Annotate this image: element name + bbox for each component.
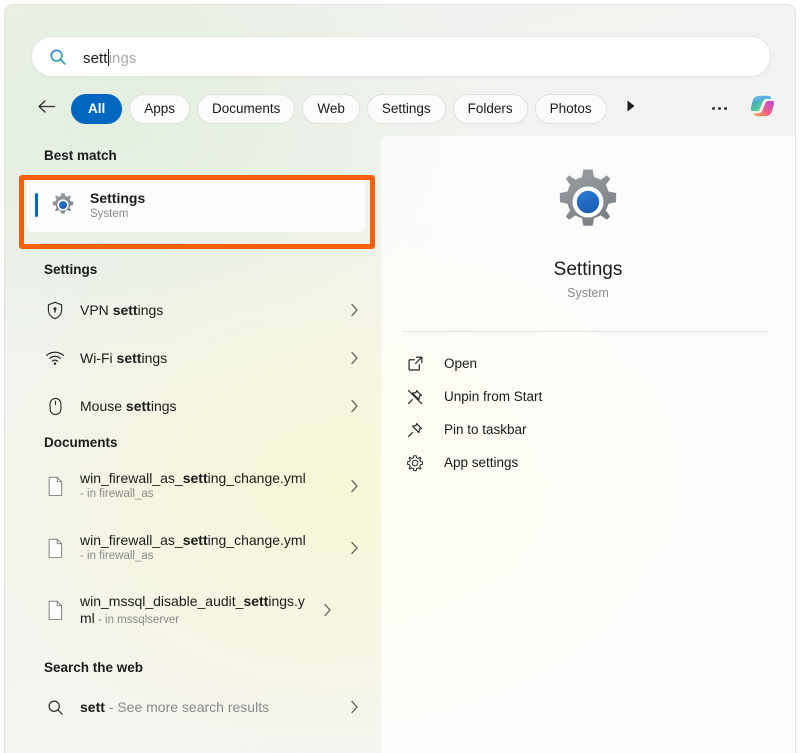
list-item-sublabel: - in firewall_as [80, 550, 154, 562]
list-item-search-the-web[interactable]: sett - See more search results [31, 683, 365, 731]
section-header-search-the-web: Search the web [44, 660, 144, 675]
settings-gear-icon [50, 192, 76, 218]
search-input-text: sett ings [83, 46, 137, 67]
action-app-settings-label: App settings [444, 455, 519, 470]
document-icon [44, 600, 66, 621]
open-external-icon [404, 355, 426, 372]
action-unpin-from-start[interactable]: Unpin from Start [402, 380, 775, 413]
chevron-right-icon [343, 399, 365, 413]
chevron-right-icon [343, 541, 365, 555]
action-app-settings[interactable]: App settings [402, 446, 775, 479]
action-open-label: Open [444, 356, 478, 371]
unpin-icon [404, 388, 426, 406]
list-item-mouse-settings[interactable]: Mouse settings [31, 382, 365, 430]
mouse-icon [44, 397, 66, 416]
settings-gear-icon [552, 166, 624, 243]
chevron-right-icon [343, 303, 365, 317]
wifi-icon [44, 350, 66, 366]
preview-hero: Settings System [381, 166, 795, 300]
web-results-list: sett - See more search results [5, 683, 381, 731]
list-item-vpn-settings[interactable]: VPN settings [31, 286, 365, 334]
list-item-label: VPN settings [80, 301, 164, 318]
chevron-right-icon [343, 351, 365, 365]
ellipsis-icon [710, 107, 728, 110]
pin-icon [404, 421, 426, 439]
preview-app-title: Settings [553, 259, 623, 280]
filter-more-button[interactable] [618, 94, 644, 124]
section-header-settings: Settings [44, 262, 98, 277]
text-cursor [107, 49, 109, 66]
list-item-label: Mouse settings [80, 397, 177, 414]
filter-chip-photos[interactable]: Photos [534, 93, 607, 124]
search-icon [44, 699, 66, 716]
documents-results-list: win_firewall_as_setting_change.yml - in … [5, 458, 381, 638]
filter-bar: All Apps Documents Web Settings Folders … [31, 91, 779, 126]
chevron-right-icon [316, 603, 338, 617]
list-item-label: win_firewall_as_setting_change.yml [80, 532, 306, 548]
preview-pane: Settings System Open Unpin from Start Pi… [381, 136, 795, 753]
filter-chip-web[interactable]: Web [302, 93, 360, 124]
filter-chip-apps[interactable]: Apps [129, 93, 191, 124]
action-pin-taskbar-label: Pin to taskbar [444, 422, 527, 437]
play-arrow-icon [625, 99, 637, 118]
action-pin-to-taskbar[interactable]: Pin to taskbar [402, 413, 775, 446]
preview-action-list: Open Unpin from Start Pin to taskbar App… [402, 347, 775, 479]
shield-icon [44, 301, 66, 320]
list-item-label: win_mssql_disable_audit_settings.yml - i… [80, 592, 305, 626]
list-item-wifi-settings[interactable]: Wi-Fi settings [31, 334, 365, 382]
copilot-icon [747, 91, 777, 126]
section-header-documents: Documents [44, 435, 118, 450]
gear-outline-icon [404, 454, 426, 472]
best-match-settings-row[interactable]: Settings System [27, 178, 365, 232]
list-item-document-3[interactable]: win_mssql_disable_audit_settings.yml - i… [31, 582, 365, 638]
filter-chip-folders[interactable]: Folders [452, 93, 528, 124]
settings-results-list: VPN settings Wi-Fi settings Mouse settin… [5, 286, 381, 430]
filter-chip-settings[interactable]: Settings [366, 93, 446, 124]
search-ghost-text: ings [108, 50, 137, 67]
filter-chip-all[interactable]: All [71, 93, 123, 124]
back-button[interactable] [31, 94, 61, 124]
section-header-best-match: Best match [44, 148, 117, 163]
back-arrow-icon [37, 99, 56, 119]
list-item-label: win_firewall_as_setting_change.yml [80, 470, 306, 486]
list-item-document-1[interactable]: win_firewall_as_setting_change.yml - in … [31, 458, 365, 514]
action-unpin-label: Unpin from Start [444, 389, 543, 404]
preview-app-subtitle: System [567, 286, 609, 300]
filter-chip-documents[interactable]: Documents [197, 93, 296, 124]
list-item-sublabel: - in mssqlserver [97, 613, 180, 626]
list-item-sublabel: - in firewall_as [80, 488, 154, 500]
search-icon [49, 48, 67, 66]
search-typed-text: sett [83, 50, 108, 67]
list-item-document-2[interactable]: win_firewall_as_setting_change.yml - in … [31, 520, 365, 576]
best-match-subtitle: System [90, 207, 129, 220]
preview-divider [402, 331, 769, 332]
best-match-title: Settings [90, 189, 146, 206]
chevron-right-icon [343, 700, 365, 714]
action-open[interactable]: Open [402, 347, 775, 380]
document-icon [44, 476, 66, 497]
selection-accent-bar [35, 193, 38, 217]
overflow-menu-button[interactable] [705, 95, 733, 123]
list-item-label: Wi-Fi settings [80, 349, 168, 366]
list-item-label: sett - See more search results [80, 698, 270, 715]
windows-search-window: sett ings All Apps Documents Web Settings… [4, 4, 796, 753]
document-icon [44, 538, 66, 559]
chevron-right-icon [343, 479, 365, 493]
search-input[interactable]: sett ings [31, 36, 771, 77]
copilot-button[interactable] [745, 92, 779, 126]
results-pane: Best match Settings System Settings VPN … [5, 136, 381, 753]
